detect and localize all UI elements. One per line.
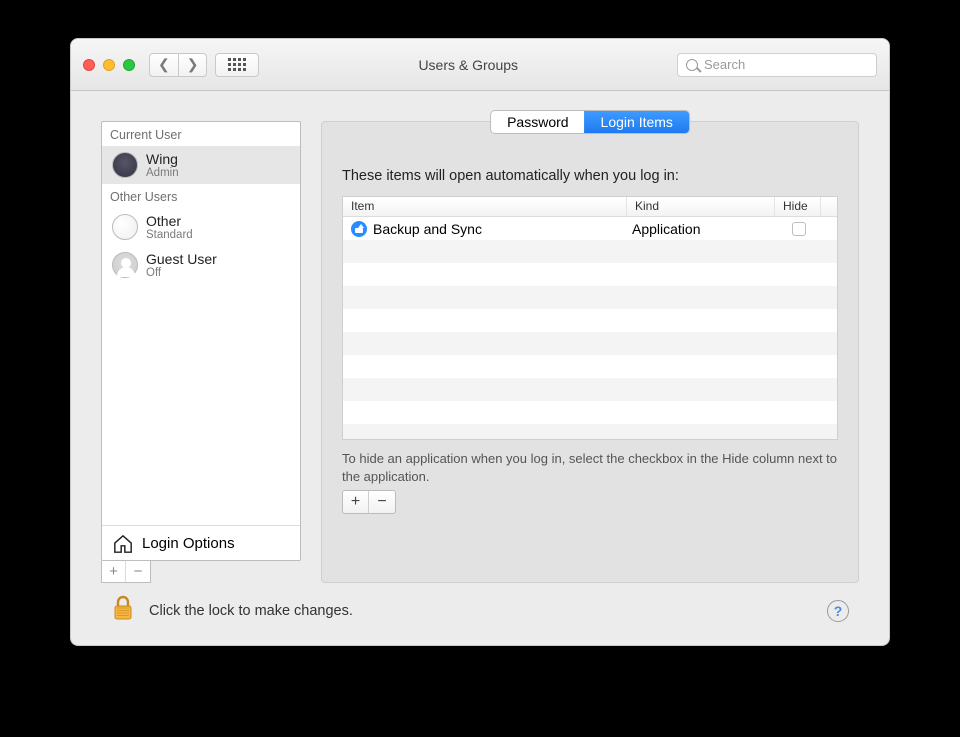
sidebar-user-other[interactable]: Other Standard — [102, 208, 300, 246]
item-kind: Application — [628, 221, 776, 237]
cloud-upload-icon — [351, 221, 367, 237]
help-icon: ? — [834, 603, 843, 619]
add-item-button[interactable]: + — [343, 491, 369, 513]
table-row — [343, 263, 837, 286]
avatar-icon — [112, 214, 138, 240]
search-placeholder: Search — [704, 57, 745, 72]
forward-button[interactable]: ❯ — [179, 53, 208, 77]
hint-text: To hide an application when you log in, … — [342, 450, 838, 485]
col-pad — [821, 197, 837, 216]
hide-checkbox[interactable] — [792, 222, 806, 236]
col-item[interactable]: Item — [343, 197, 627, 216]
tab-bar: Password Login Items — [490, 110, 690, 134]
login-options-row[interactable]: Login Options — [102, 525, 300, 560]
table-row[interactable]: Backup and Sync Application — [343, 217, 837, 240]
table-row — [343, 286, 837, 309]
toolbar: ❮ ❯ Users & Groups Search — [71, 39, 889, 91]
col-hide[interactable]: Hide — [775, 197, 821, 216]
user-role: Off — [146, 267, 217, 279]
avatar-icon — [112, 252, 138, 278]
avatar-icon — [112, 152, 138, 178]
users-sidebar: Current User Wing Admin Other Users Othe… — [101, 121, 301, 561]
table-row — [343, 401, 837, 424]
remove-item-button[interactable]: − — [369, 491, 395, 513]
minimize-button[interactable] — [103, 59, 115, 71]
back-button[interactable]: ❮ — [149, 53, 179, 77]
footer: Click the lock to make changes. ? — [111, 594, 849, 627]
window: ❮ ❯ Users & Groups Search Current User W… — [70, 38, 890, 646]
col-kind[interactable]: Kind — [627, 197, 775, 216]
chevron-right-icon: ❯ — [187, 56, 199, 73]
lock-icon[interactable] — [111, 594, 135, 627]
sidebar-add-remove: + − — [101, 561, 151, 583]
user-name: Other — [146, 213, 193, 229]
user-role: Standard — [146, 229, 193, 241]
login-items-table: Item Kind Hide Backup and Sync Applicati… — [342, 196, 838, 440]
sidebar-user-guest[interactable]: Guest User Off — [102, 246, 300, 284]
sidebar-user-current[interactable]: Wing Admin — [102, 146, 300, 184]
remove-user-button[interactable]: − — [126, 561, 150, 582]
house-icon — [112, 534, 132, 552]
table-row — [343, 309, 837, 332]
user-name: Guest User — [146, 251, 217, 267]
table-row — [343, 378, 837, 401]
window-title: Users & Groups — [267, 57, 669, 73]
chevron-left-icon: ❮ — [158, 56, 170, 73]
item-add-remove: + − — [342, 490, 396, 514]
other-users-label: Other Users — [102, 184, 300, 208]
intro-text: These items will open automatically when… — [342, 168, 679, 184]
current-user-label: Current User — [102, 122, 300, 146]
nav-segment: ❮ ❯ — [149, 53, 207, 77]
tab-password[interactable]: Password — [491, 111, 584, 133]
add-user-button[interactable]: + — [102, 561, 126, 582]
tab-login-items[interactable]: Login Items — [585, 111, 689, 133]
grid-icon — [228, 58, 246, 71]
close-button[interactable] — [83, 59, 95, 71]
window-controls — [83, 59, 135, 71]
help-button[interactable]: ? — [827, 600, 849, 622]
user-name: Wing — [146, 151, 179, 167]
table-body: Backup and Sync Application — [343, 217, 837, 440]
table-row — [343, 424, 837, 440]
zoom-button[interactable] — [123, 59, 135, 71]
search-icon — [686, 59, 698, 71]
table-header: Item Kind Hide — [343, 197, 837, 217]
lock-text: Click the lock to make changes. — [149, 603, 353, 619]
search-field[interactable]: Search — [677, 53, 877, 77]
table-row — [343, 240, 837, 263]
show-all-button[interactable] — [215, 53, 259, 77]
table-row — [343, 332, 837, 355]
item-name: Backup and Sync — [373, 221, 482, 237]
login-options-label: Login Options — [142, 535, 235, 552]
main-panel: Password Login Items These items will op… — [321, 121, 859, 583]
user-role: Admin — [146, 167, 179, 179]
table-row — [343, 355, 837, 378]
